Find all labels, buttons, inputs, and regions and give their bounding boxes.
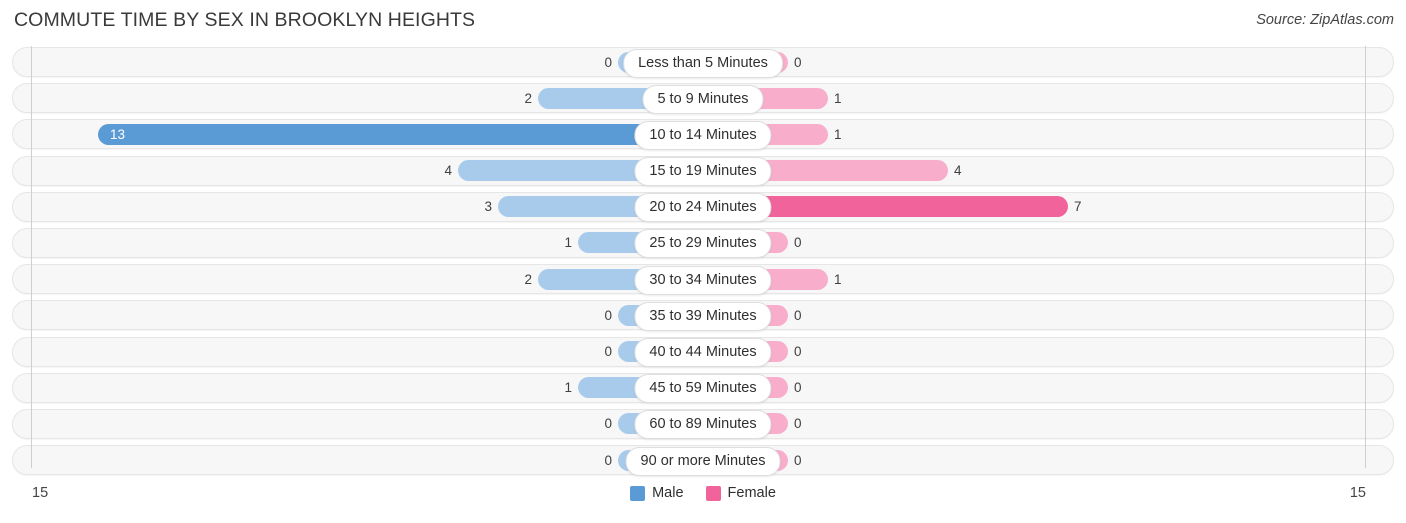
- chart-header: COMMUTE TIME BY SEX IN BROOKLYN HEIGHTS …: [0, 0, 1406, 40]
- chart-footer: 15 15 Male Female: [0, 480, 1406, 523]
- bar-value-female: 0: [794, 380, 802, 396]
- bar-value-female: 0: [794, 307, 802, 323]
- bar-value-female: 1: [834, 126, 842, 142]
- category-label: 45 to 59 Minutes: [634, 374, 772, 404]
- category-label: 15 to 19 Minutes: [634, 157, 772, 187]
- legend-label: Male: [652, 485, 684, 501]
- legend-item-male[interactable]: Male: [630, 485, 684, 501]
- category-label: 25 to 29 Minutes: [634, 229, 772, 259]
- table-row: 3 7 20 to 24 Minutes: [0, 189, 1406, 225]
- plot-area: 0 0 Less than 5 Minutes 2 1 5 to 9 Minutes 13 1…: [0, 44, 1406, 478]
- legend-label: Female: [727, 485, 776, 501]
- table-row: 1 0 25 to 29 Minutes: [0, 225, 1406, 261]
- bar-value-female: 0: [794, 344, 802, 359]
- category-label: Less than 5 Minutes: [623, 48, 783, 78]
- axis-line-left: [31, 46, 32, 468]
- bar-value-female: 4: [954, 163, 962, 179]
- table-row: 0 0 35 to 39 Minutes: [0, 297, 1406, 333]
- axis-line-right: [1365, 46, 1366, 468]
- table-row: 2 1 5 to 9 Minutes: [0, 80, 1406, 116]
- table-row: 0 0 60 to 89 Minutes: [0, 406, 1406, 442]
- category-label: 30 to 34 Minutes: [634, 265, 772, 295]
- table-row: 1 0 45 to 59 Minutes: [0, 370, 1406, 406]
- page-title: COMMUTE TIME BY SEX IN BROOKLYN HEIGHTS: [14, 9, 476, 31]
- legend-item-female[interactable]: Female: [705, 485, 776, 501]
- bar-value-male: 0: [604, 54, 612, 70]
- category-label: 20 to 24 Minutes: [634, 193, 772, 223]
- table-row: 13 1 10 to 14 Minutes: [0, 116, 1406, 152]
- bar-value-female: 7: [1074, 199, 1082, 215]
- table-row: 2 1 30 to 34 Minutes: [0, 261, 1406, 297]
- category-label: 60 to 89 Minutes: [634, 410, 772, 440]
- category-label: 35 to 39 Minutes: [634, 301, 772, 331]
- bar-rows: 0 0 Less than 5 Minutes 2 1 5 to 9 Minutes 13 1…: [0, 44, 1406, 478]
- bar-value-female: 0: [794, 416, 802, 432]
- table-row: 0 0 Less than 5 Minutes: [0, 44, 1406, 80]
- table-row: 0 0 90 or more Minutes: [0, 442, 1406, 478]
- bar-value-male: 1: [564, 380, 572, 396]
- bar-value-male: 2: [524, 271, 532, 287]
- bar-value-male: 4: [444, 163, 452, 179]
- bar-value-male: 0: [604, 452, 612, 468]
- chart-legend: Male Female: [0, 485, 1406, 501]
- bar-value-female: 0: [794, 54, 802, 70]
- bar-value-male: 1: [564, 235, 572, 251]
- category-label: 90 or more Minutes: [625, 446, 781, 476]
- bar-value-male: 2: [524, 90, 532, 106]
- bar-value-female: 0: [794, 452, 802, 468]
- bar-value-male: 0: [604, 307, 612, 323]
- category-label: 5 to 9 Minutes: [642, 84, 764, 114]
- bar-value-male: 0: [604, 344, 612, 359]
- bar-value-male: 0: [604, 416, 612, 432]
- category-label: 40 to 44 Minutes: [634, 338, 772, 367]
- chart-container: COMMUTE TIME BY SEX IN BROOKLYN HEIGHTS …: [0, 0, 1406, 523]
- bar-value-female: 0: [794, 235, 802, 251]
- category-label: 10 to 14 Minutes: [634, 120, 772, 150]
- legend-swatch-icon: [630, 485, 646, 501]
- source-attribution: Source: ZipAtlas.com: [1256, 12, 1394, 28]
- legend-swatch-icon: [705, 485, 721, 501]
- bar-value-female: 1: [834, 271, 842, 287]
- bar-value-male: 13: [110, 126, 126, 142]
- table-row: 4 4 15 to 19 Minutes: [0, 153, 1406, 189]
- bar-value-female: 1: [834, 90, 842, 106]
- bar-male[interactable]: [98, 123, 703, 145]
- bar-value-male: 3: [484, 199, 492, 215]
- table-row: 0 0 40 to 44 Minutes: [0, 334, 1406, 370]
